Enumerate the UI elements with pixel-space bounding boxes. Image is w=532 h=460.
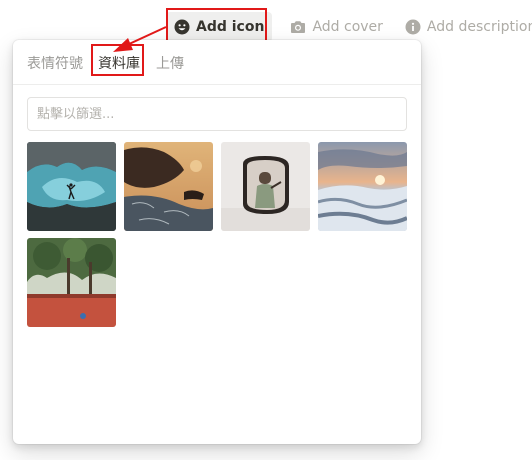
library-image[interactable] [27,142,116,231]
tab-emoji[interactable]: 表情符號 [27,53,83,73]
page-toolbar: Add icon Add cover Add description [166,10,532,44]
info-icon [405,19,421,35]
add-icon-button[interactable]: Add icon [166,12,273,42]
add-icon-label: Add icon [196,19,265,35]
library-image[interactable] [221,142,310,231]
icon-picker-popover: 表情符號 資料庫 上傳 [13,40,421,444]
library-image[interactable] [124,142,213,231]
add-cover-label: Add cover [312,19,383,35]
filter-input[interactable] [27,97,407,131]
add-cover-button[interactable]: Add cover [282,12,390,42]
add-description-button[interactable]: Add description [397,12,532,42]
smiley-icon [174,19,190,35]
add-description-label: Add description [426,19,532,35]
icon-picker-tabs: 表情符號 資料庫 上傳 [13,40,421,85]
tab-library[interactable]: 資料庫 [98,53,140,73]
library-image[interactable] [27,238,116,327]
library-image[interactable] [318,142,407,231]
camera-icon [290,19,306,35]
tab-upload[interactable]: 上傳 [156,53,184,73]
